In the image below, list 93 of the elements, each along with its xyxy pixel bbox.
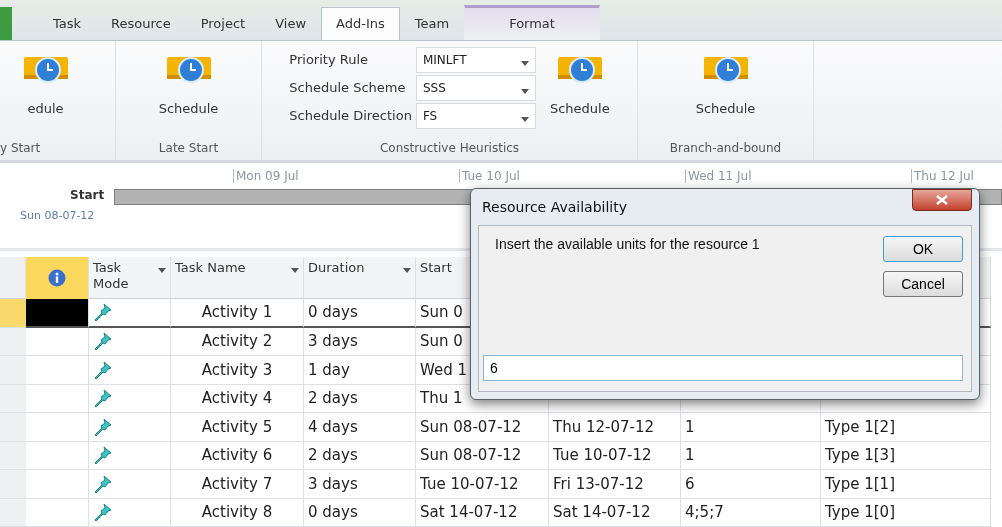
caret-icon: [403, 268, 411, 273]
table-cell: Activity 7: [171, 470, 304, 499]
column-header[interactable]: Task Mode: [89, 257, 171, 299]
table-cell: 0 days: [304, 498, 416, 527]
table-cell: Activity 2: [171, 327, 304, 356]
row-header[interactable]: [0, 470, 26, 499]
cancel-button[interactable]: Cancel: [883, 271, 963, 297]
pin-icon: [93, 417, 113, 436]
pin-icon: [93, 389, 113, 408]
column-header[interactable]: Duration: [304, 257, 416, 299]
dropdown[interactable]: MINLFT: [415, 46, 536, 73]
table-cell: Activity 3: [171, 356, 304, 385]
ribbon-tab[interactable]: Project: [185, 6, 261, 40]
table-cell: 4 days: [304, 413, 416, 442]
table-cell: 4;5;7: [681, 498, 821, 527]
table-cell: Sun 08-07-12: [416, 413, 549, 442]
column-header[interactable]: Task Name: [171, 257, 304, 299]
schedule-button[interactable]: Schedule: [549, 46, 610, 116]
table-cell: 2 days: [304, 441, 416, 470]
group-label: Late Start: [157, 140, 220, 158]
table-cell: Activity 6: [171, 441, 304, 470]
ribbon-tab[interactable]: Team: [399, 6, 465, 40]
dialog-title: Resource Availability: [481, 199, 627, 215]
table-cell: 1: [681, 413, 821, 442]
schedule-button[interactable]: edule: [21, 46, 70, 116]
caret-icon: [520, 89, 529, 95]
close-icon: [936, 195, 948, 205]
field-label: Schedule Direction: [289, 108, 412, 124]
table-cell: Type 1[0]: [821, 498, 991, 527]
dialog-message: Insert the available units for the resource 1: [495, 236, 761, 254]
pin-icon: [93, 446, 113, 465]
group-label: Branch-and-bound: [668, 140, 783, 158]
table-cell: 3 days: [304, 327, 416, 356]
pin-icon: [93, 303, 113, 322]
info-icon: [48, 269, 66, 287]
table-cell: Tue 10-07-12: [416, 470, 549, 499]
row-header[interactable]: [0, 384, 26, 413]
table-cell: Sat 14-07-12: [416, 498, 549, 527]
table-cell: 2 days: [304, 384, 416, 413]
group-label: Constructive Heuristics: [378, 140, 521, 158]
table-cell: 3 days: [304, 470, 416, 499]
ribbon-tab[interactable]: Task: [38, 6, 97, 40]
timeline-date: Wed 11 Jul: [685, 169, 752, 184]
table-cell: Type 1[3]: [821, 441, 991, 470]
input-field[interactable]: 6: [483, 355, 963, 381]
row-header[interactable]: [0, 498, 26, 527]
ribbon-tab[interactable]: Resource: [96, 6, 186, 40]
row-header[interactable]: [0, 299, 26, 328]
timeline-start-date: Sun 08-07-12: [20, 209, 95, 223]
table-cell: Sun 08-07-12: [416, 441, 549, 470]
ribbon-tab[interactable]: View: [260, 6, 322, 40]
field-label: Schedule Scheme: [289, 80, 407, 96]
field-label: Priority Rule: [289, 52, 369, 68]
table-cell: Activity 4: [171, 384, 304, 413]
row-header[interactable]: [0, 413, 26, 442]
timeline-date: Mon 09 Jul: [233, 169, 299, 184]
table-cell: Type 1[2]: [821, 413, 991, 442]
table-cell: Tue 10-07-12: [549, 441, 681, 470]
caret-icon: [158, 268, 166, 273]
table-cell: Fri 13-07-12: [549, 470, 681, 499]
file-tab[interactable]: [0, 6, 12, 40]
table-cell: Thu 12-07-12: [549, 413, 681, 442]
row-header[interactable]: [0, 327, 26, 356]
caret-icon: [520, 61, 529, 67]
caret-icon: [291, 268, 299, 273]
timeline-start-label: Start: [70, 188, 105, 203]
table-cell: Activity 5: [171, 413, 304, 442]
table-cell: Activity 8: [171, 498, 304, 527]
ok-button[interactable]: OK: [883, 236, 963, 262]
caret-icon: [520, 117, 529, 123]
dropdown[interactable]: SSS: [415, 74, 536, 101]
pin-icon: [93, 474, 113, 493]
table-cell: Activity 1: [171, 299, 304, 328]
row-header[interactable]: [0, 356, 26, 385]
close-button[interactable]: [912, 189, 972, 211]
row-header[interactable]: [0, 441, 26, 470]
table-cell: Type 1[1]: [821, 470, 991, 499]
schedule-button[interactable]: Schedule: [695, 46, 756, 116]
table-cell: 0 days: [304, 299, 416, 328]
table-cell: 1 day: [304, 356, 416, 385]
schedule-button[interactable]: Schedule: [158, 46, 219, 116]
table-cell: Sat 14-07-12: [549, 498, 681, 527]
timeline-date: Thu 12 Jul: [911, 169, 974, 184]
table-cell: 6: [681, 470, 821, 499]
ribbon-tab[interactable]: Add-Ins: [321, 6, 400, 40]
table-cell: 1: [681, 441, 821, 470]
dropdown[interactable]: FS: [415, 102, 536, 129]
pin-icon: [93, 503, 113, 522]
ribbon-tab[interactable]: Format: [464, 4, 600, 40]
pin-icon: [93, 360, 113, 379]
group-label: y Start: [0, 140, 42, 158]
timeline-date: Tue 10 Jul: [459, 169, 520, 184]
pin-icon: [93, 332, 113, 351]
